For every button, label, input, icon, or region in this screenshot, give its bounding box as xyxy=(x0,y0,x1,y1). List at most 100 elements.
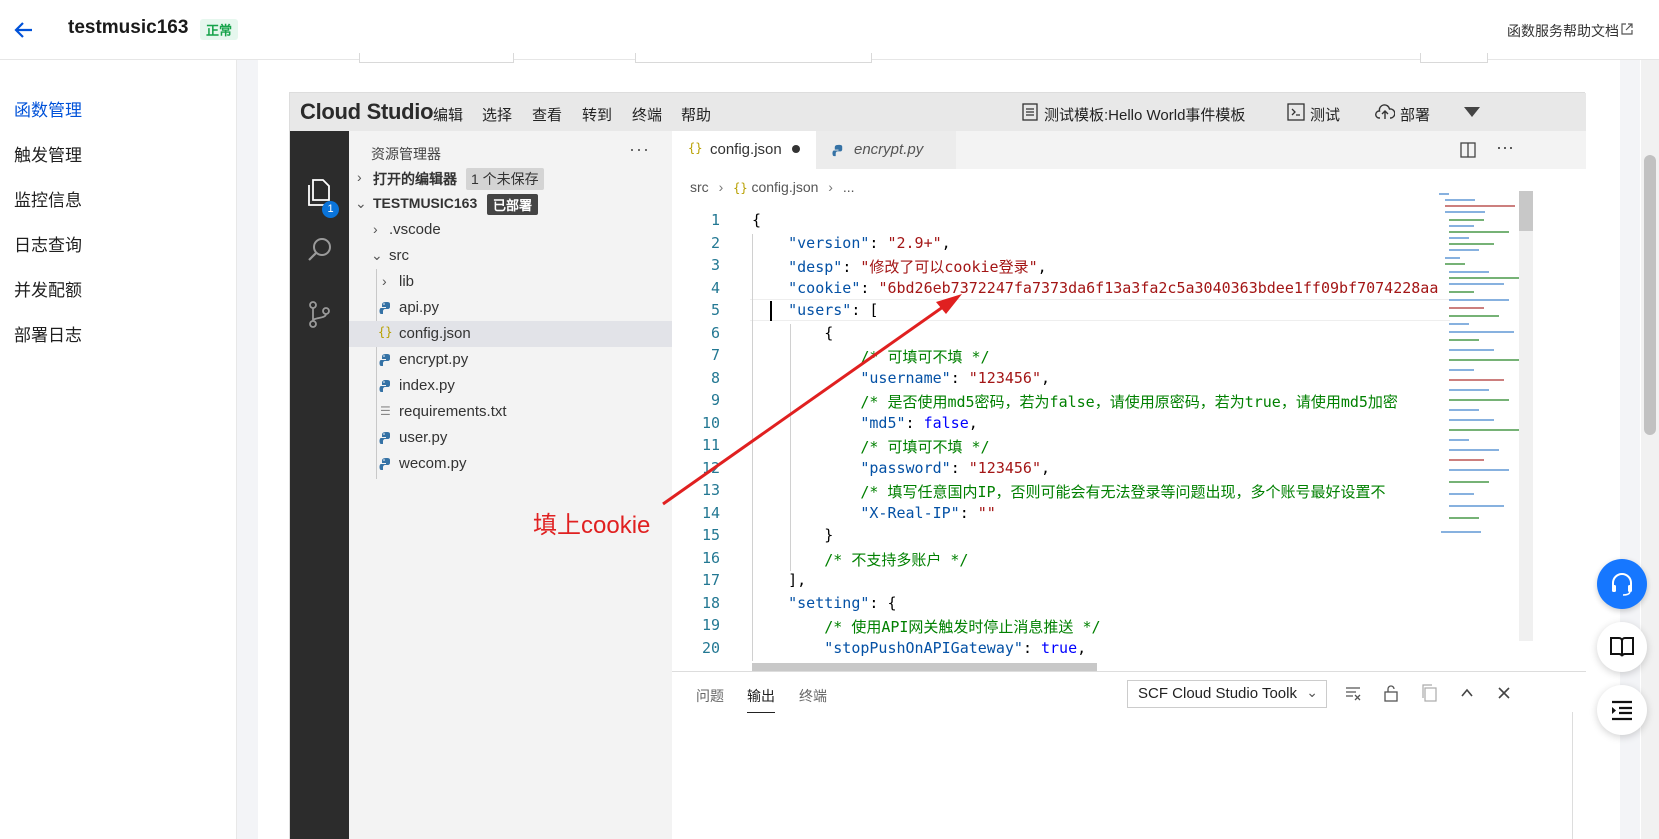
code-line[interactable]: "password": "123456", xyxy=(752,459,1050,477)
line-number: 18 xyxy=(701,593,720,612)
tree-item[interactable]: api.py xyxy=(349,295,672,321)
code-line[interactable]: "md5": false, xyxy=(752,414,977,432)
dropdown-triangle-icon[interactable] xyxy=(1463,106,1481,118)
copy-icon[interactable] xyxy=(1420,684,1438,702)
tree-item[interactable]: ⌄ src xyxy=(349,243,672,269)
code-line[interactable]: "stopPushOnAPIGateway": true, xyxy=(752,639,1086,657)
unsaved-count-tag: 1 个未保存 xyxy=(466,168,544,190)
code-line[interactable]: "X-Real-IP": "" xyxy=(752,504,995,522)
editor-vertical-scrollbar[interactable] xyxy=(1519,191,1533,641)
editor-scroll-thumb[interactable] xyxy=(1519,191,1533,231)
menu-edit[interactable]: 编辑 xyxy=(433,104,463,125)
code-line[interactable]: /* 可填可不填 */ xyxy=(752,436,989,457)
code-line[interactable]: /* 可填可不填 */ xyxy=(752,346,989,367)
page-scroll-thumb[interactable] xyxy=(1644,155,1656,435)
help-docs-link[interactable]: 函数服务帮助文档 xyxy=(1507,21,1619,41)
source-control-icon[interactable] xyxy=(305,299,335,329)
code-line[interactable]: /* 是否使用md5密码，若为false，请使用原密码，若为true，请使用md… xyxy=(752,391,1398,412)
outline-button[interactable] xyxy=(1597,685,1647,735)
text-cursor xyxy=(770,301,772,321)
tree-item[interactable]: index.py xyxy=(349,373,672,399)
menu-selection[interactable]: 选择 xyxy=(482,104,512,125)
split-editor-icon[interactable] xyxy=(1460,142,1476,158)
tree-item-label: src xyxy=(389,247,409,264)
minimap[interactable] xyxy=(1437,191,1527,551)
code-line[interactable]: /* 使用API网关触发时停止消息推送 */ xyxy=(752,616,1100,637)
sidebar-item-monitoring[interactable]: 监控信息 xyxy=(14,186,82,211)
sidebar-item-function-management[interactable]: 函数管理 xyxy=(14,96,82,121)
menu-view[interactable]: 查看 xyxy=(532,104,562,125)
menu-help[interactable]: 帮助 xyxy=(681,104,711,125)
breadcrumb-src[interactable]: src xyxy=(690,179,709,195)
python-file-icon xyxy=(379,354,390,366)
external-link-icon[interactable] xyxy=(1621,23,1633,35)
tree-item[interactable]: ☰ requirements.txt xyxy=(349,399,672,425)
code-line[interactable]: { xyxy=(752,211,761,229)
code-line[interactable]: "username": "123456", xyxy=(752,369,1050,387)
tree-item[interactable]: wecom.py xyxy=(349,451,672,477)
code-view[interactable]: 1 {2 "version": "2.9+", 3 "desp": "修改了可以co… xyxy=(672,201,1452,671)
tab-config-json[interactable]: {} config.json xyxy=(672,131,816,169)
deploy-button[interactable]: 部署 xyxy=(1400,104,1430,125)
project-root-folder[interactable]: ⌄ TESTMUSIC163 已部署 xyxy=(349,191,672,217)
test-button[interactable]: 测试 xyxy=(1310,104,1340,125)
sidebar-item-deploy-log[interactable]: 部署日志 xyxy=(14,321,82,346)
tree-item-label: .vscode xyxy=(389,221,441,238)
sidebar-item-log-query[interactable]: 日志查询 xyxy=(14,231,82,256)
tab-problems[interactable]: 问题 xyxy=(696,686,724,706)
editor-more-icon[interactable]: ··· xyxy=(1496,137,1514,158)
tree-item[interactable]: › lib xyxy=(349,269,672,295)
python-file-icon xyxy=(379,432,390,444)
code-line[interactable]: } xyxy=(752,526,833,544)
indent-guide xyxy=(752,233,753,661)
open-editors-section[interactable]: › 打开的编辑器 1 个未保存 xyxy=(349,165,672,191)
code-line[interactable]: "version": "2.9+", xyxy=(752,234,951,252)
code-line[interactable]: "desp": "修改了可以cookie登录", xyxy=(752,256,1047,277)
menu-terminal[interactable]: 终端 xyxy=(632,104,662,125)
clipped-config-form xyxy=(287,53,1587,71)
chevron-up-icon[interactable] xyxy=(1458,684,1476,702)
tree-item[interactable]: user.py xyxy=(349,425,672,451)
tree-item-selected[interactable]: {} config.json xyxy=(349,321,672,347)
close-icon[interactable] xyxy=(1495,684,1513,702)
tree-item[interactable]: encrypt.py xyxy=(349,347,672,373)
more-options-icon[interactable]: ··· xyxy=(629,139,650,160)
chevron-right-icon: › xyxy=(373,221,378,237)
menu-goto[interactable]: 转到 xyxy=(582,104,612,125)
code-line[interactable]: { xyxy=(752,324,833,342)
docs-button[interactable] xyxy=(1597,622,1647,672)
tree-item[interactable]: › .vscode xyxy=(349,217,672,243)
test-template-selector[interactable]: 测试模板:Hello World事件模板 xyxy=(1044,104,1245,125)
editor-area: {} config.json encrypt.py ··· src › {} c… xyxy=(672,131,1586,839)
code-line[interactable]: /* 填写任意国内IP，否则可能会有无法登录等问题出现，多个账号最好设置不 xyxy=(752,481,1385,502)
clear-output-icon[interactable] xyxy=(1344,684,1362,702)
sidebar-item-trigger-management[interactable]: 触发管理 xyxy=(14,141,82,166)
code-line[interactable]: "setting": { xyxy=(752,594,896,612)
python-file-icon xyxy=(379,302,390,314)
cloud-studio-logo: Cloud Studio xyxy=(300,99,434,124)
breadcrumb-file[interactable]: config.json xyxy=(751,179,818,195)
tab-terminal[interactable]: 终端 xyxy=(799,686,827,706)
line-number: 15 xyxy=(701,526,720,544)
ide-menubar: Cloud Studio 编辑 选择 查看 转到 终端 帮助 测试模板:Hell… xyxy=(290,93,1586,131)
sidebar-item-concurrency-quota[interactable]: 并发配额 xyxy=(14,276,82,301)
unlock-icon[interactable] xyxy=(1382,684,1400,702)
chevron-down-icon: ⌄ xyxy=(1306,684,1318,700)
back-arrow-icon[interactable] xyxy=(12,18,36,42)
cloud-upload-icon xyxy=(1375,104,1395,119)
output-channel-select[interactable]: SCF Cloud Studio Toolk ⌄ xyxy=(1127,680,1327,708)
code-line[interactable]: ], xyxy=(752,571,806,589)
python-file-icon xyxy=(379,458,390,470)
project-name: TESTMUSIC163 xyxy=(373,195,478,211)
chevron-right-icon: › xyxy=(357,169,362,185)
code-line[interactable]: "cookie": "6bd26eb7372247fa7373da6f13a3f… xyxy=(752,279,1438,297)
tab-output[interactable]: 输出 xyxy=(747,686,775,713)
code-line[interactable]: /* 不支持多账户 */ xyxy=(752,549,968,570)
breadcrumb-more[interactable]: ... xyxy=(843,179,855,195)
search-icon[interactable] xyxy=(305,235,335,265)
tree-item-label: index.py xyxy=(399,377,455,394)
unsaved-dot-icon[interactable] xyxy=(792,145,800,153)
customer-service-button[interactable] xyxy=(1597,559,1647,609)
tab-encrypt-py[interactable]: encrypt.py xyxy=(816,131,956,169)
status-badge: 正常 xyxy=(200,19,239,40)
